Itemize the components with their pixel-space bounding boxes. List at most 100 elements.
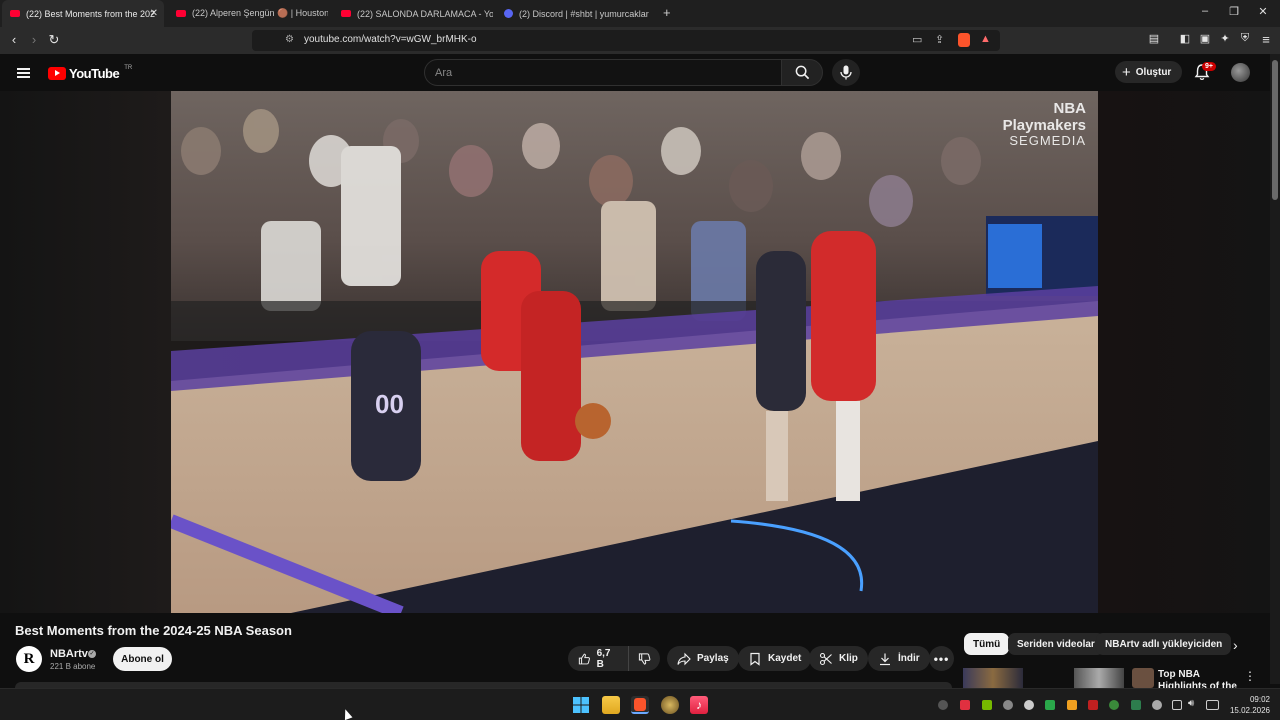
battery-icon[interactable] — [1206, 700, 1219, 710]
recommendation-thumbnail[interactable] — [1132, 668, 1154, 688]
volume-icon[interactable]: 🔊︎ — [1188, 698, 1194, 709]
chevron-right-icon[interactable]: › — [1233, 637, 1238, 653]
browser-menu-icon[interactable]: ≡ — [1258, 32, 1274, 47]
leo-ai-icon[interactable]: ✦ — [1217, 32, 1233, 45]
nba-playmakers-watermark: NBA Playmakers SEGMEDIA — [1002, 100, 1087, 148]
browser-tab[interactable]: (2) Discord | #shbt | yumurcaklar — [496, 0, 656, 27]
cast-icon[interactable]: ▭ — [912, 33, 922, 46]
youtube-favicon-icon — [176, 10, 186, 17]
share-button[interactable]: Paylaş — [667, 646, 739, 671]
scrollbar-thumb[interactable] — [1272, 60, 1278, 200]
clip-button[interactable]: Klip — [809, 646, 868, 671]
dislike-button[interactable] — [628, 646, 660, 671]
tray-app-icon[interactable] — [938, 700, 948, 710]
sidebar-icon[interactable]: ◧ — [1177, 32, 1193, 45]
tray-app-icon[interactable] — [1152, 700, 1162, 710]
user-avatar[interactable] — [1231, 63, 1250, 82]
subscribe-button[interactable]: Abone ol — [113, 647, 172, 671]
save-label: Kaydet — [768, 653, 802, 664]
like-button[interactable]: 6,7 B — [568, 646, 628, 671]
like-count: 6,7 B — [596, 647, 611, 670]
bookmark-save-icon — [750, 652, 760, 666]
tray-app-icon[interactable] — [1067, 700, 1077, 710]
save-button[interactable]: Kaydet — [738, 646, 812, 671]
share-icon — [677, 652, 691, 665]
more-actions-button[interactable]: ••• — [929, 646, 954, 671]
share-page-icon[interactable]: ⇪ — [935, 33, 944, 46]
browser-tab[interactable]: (22) Best Moments from the 202 ✕ — [2, 0, 164, 27]
close-tab-icon[interactable]: ✕ — [150, 8, 158, 19]
windows-start-icon[interactable] — [573, 697, 589, 713]
youtube-favicon-icon — [10, 10, 20, 17]
more-vertical-icon[interactable]: ⋮ — [1244, 669, 1256, 683]
search-icon — [795, 65, 810, 80]
tab-title: (22) Best Moments from the 202 — [26, 8, 156, 19]
brave-rewards-icon[interactable]: ▲ — [980, 33, 991, 45]
chip-all[interactable]: Tümü — [964, 633, 1010, 655]
league-client-icon[interactable] — [661, 696, 679, 714]
chip-series[interactable]: Seriden videolar — [1008, 633, 1104, 655]
search-button[interactable] — [781, 59, 823, 86]
tray-app-icon[interactable] — [1003, 700, 1013, 710]
reload-icon[interactable]: ↻ — [46, 32, 62, 48]
brave-shields-icon[interactable] — [958, 33, 970, 47]
menu-icon[interactable] — [17, 66, 30, 80]
tray-app-icon[interactable] — [1109, 700, 1119, 710]
browser-toolbar: ‹ › ↻ 🔖︎ ⚙︎ youtube.com/watch?v=wGW_brMH… — [0, 27, 1280, 54]
minimize-window-icon[interactable]: – — [1197, 5, 1213, 17]
search-input[interactable]: Ara — [424, 59, 782, 86]
logo-wordmark: YouTube — [69, 66, 120, 81]
nvidia-icon[interactable] — [982, 700, 992, 710]
system-clock[interactable]: 09:02 15.02.2026 — [1226, 694, 1270, 716]
more-horizontal-icon: ••• — [933, 651, 950, 666]
reader-mode-icon[interactable]: ▤ — [1146, 32, 1162, 45]
voice-search-button[interactable] — [832, 59, 860, 86]
restore-window-icon[interactable]: ❐ — [1226, 5, 1242, 18]
region-code: TR — [124, 64, 133, 71]
site-info-icon[interactable]: ⚙︎ — [285, 34, 294, 45]
back-icon[interactable]: ‹ — [6, 32, 22, 47]
video-player[interactable]: 00 NBA Playmakers SEGMEDIA — [171, 91, 1098, 613]
download-label: İndir — [898, 653, 920, 664]
notification-count-badge: 9+ — [1202, 62, 1216, 71]
tray-app-icon[interactable] — [1045, 700, 1055, 710]
tray-app-icon[interactable] — [1088, 700, 1098, 710]
video-title: Best Moments from the 2024-25 NBA Season — [15, 623, 292, 638]
file-explorer-icon[interactable] — [602, 696, 620, 714]
create-label: Oluştur — [1135, 66, 1172, 78]
recommendation-thumbnail[interactable] — [1074, 668, 1124, 688]
youtube-header: YouTube TR Ara + Oluştur 9+ — [0, 54, 1280, 91]
tray-app-icon[interactable] — [960, 700, 970, 710]
recommendation-title[interactable]: Top NBA Highlights of the — [1158, 669, 1238, 688]
share-label: Paylaş — [697, 653, 729, 664]
tray-app-icon[interactable] — [1024, 700, 1034, 710]
network-icon[interactable] — [1172, 700, 1182, 710]
music-app-icon[interactable]: ♪ — [690, 696, 708, 714]
watermark-line: SEGMEDIA — [1009, 133, 1086, 148]
download-icon — [880, 653, 890, 665]
wallet-icon[interactable]: ▣ — [1197, 32, 1213, 45]
subscriber-count: 221 B abone — [50, 662, 96, 671]
browser-tab[interactable]: (22) Alperen Şengün 🟤 | Houston R — [168, 0, 328, 27]
channel-avatar[interactable]: R — [16, 646, 42, 672]
microphone-icon — [840, 65, 852, 80]
scissors-icon — [819, 652, 832, 665]
browser-tab[interactable]: (22) SALONDA DARLAMACA - YouTu — [333, 0, 493, 27]
download-button[interactable]: İndir — [868, 646, 930, 671]
create-button[interactable]: + Oluştur — [1115, 61, 1182, 83]
vpn-shield-icon[interactable]: ⛨ — [1237, 32, 1253, 45]
clock-date: 15.02.2026 — [1229, 706, 1270, 715]
youtube-logo[interactable]: YouTube TR — [48, 64, 133, 81]
new-tab-button[interactable]: + — [663, 5, 671, 20]
channel-name[interactable]: NBArtv — [50, 648, 88, 660]
recommendation-thumbnail[interactable] — [963, 668, 1023, 688]
youtube-favicon-icon — [341, 10, 351, 17]
address-bar[interactable]: ⚙︎ youtube.com/watch?v=wGW_brMHK-o ▭ ⇪ ▲ — [252, 30, 1000, 51]
chip-uploader[interactable]: NBArtv adlı yükleyiciden — [1096, 633, 1232, 655]
brave-browser-icon[interactable] — [631, 696, 649, 714]
forward-icon[interactable]: › — [26, 32, 42, 47]
tray-app-icon[interactable] — [1131, 700, 1141, 710]
close-window-icon[interactable]: ✕ — [1255, 5, 1271, 18]
watermark-line: NBA — [1053, 100, 1087, 117]
watermark-line: Playmakers — [1002, 116, 1086, 134]
